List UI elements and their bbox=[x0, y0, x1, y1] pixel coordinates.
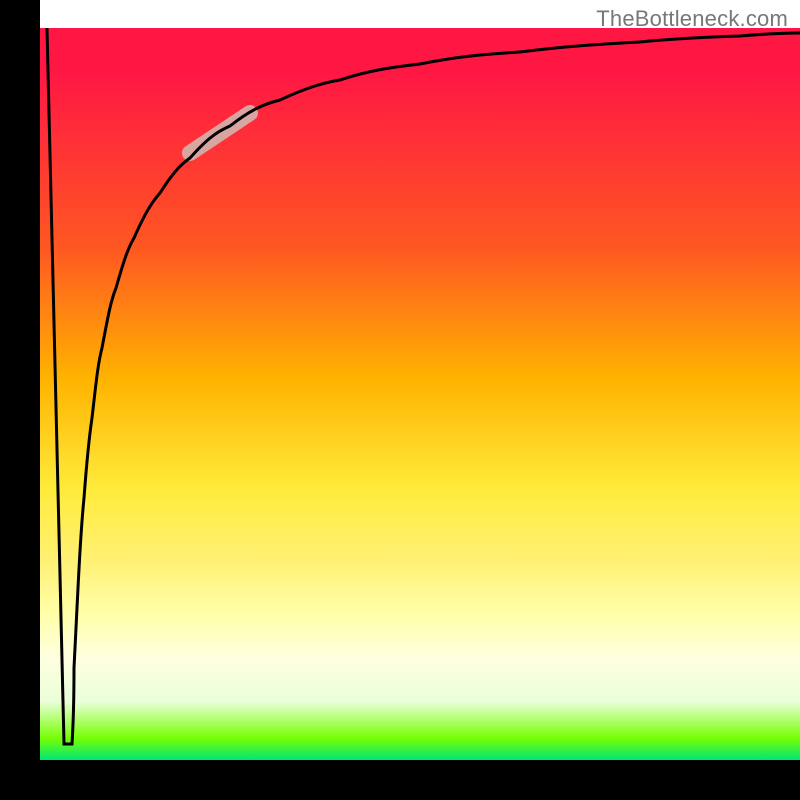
watermark-text: TheBottleneck.com bbox=[596, 6, 788, 32]
plot-gradient-background bbox=[40, 28, 800, 760]
chart-container: TheBottleneck.com bbox=[0, 0, 800, 800]
x-axis-bar bbox=[0, 760, 800, 800]
y-axis-bar bbox=[0, 0, 40, 800]
